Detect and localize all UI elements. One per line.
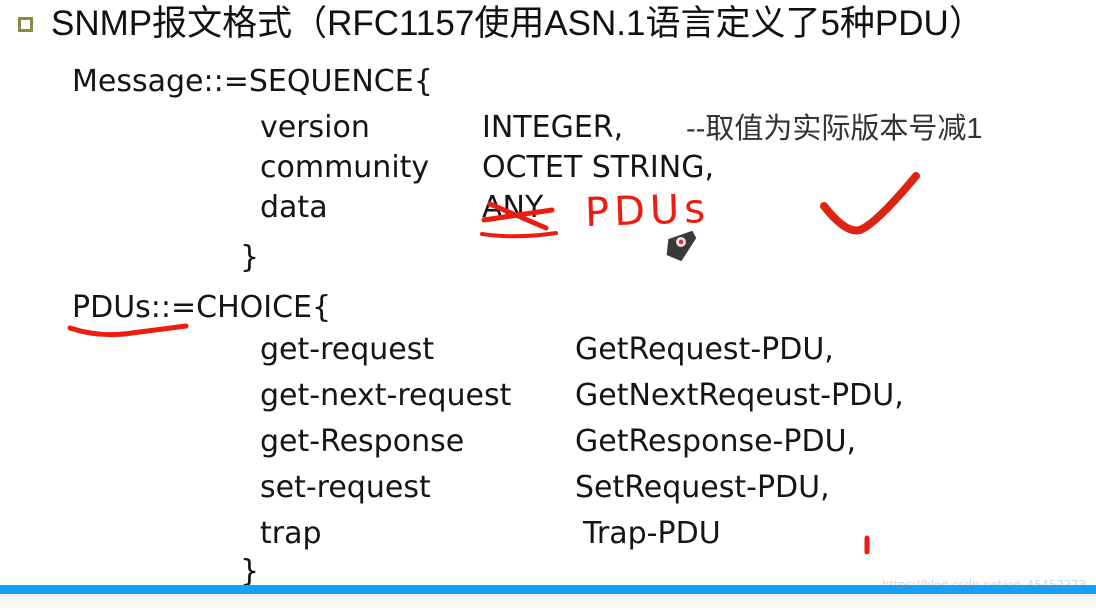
pdu-name-get-response: get-Response — [260, 424, 465, 459]
pdu-name-get-next-request: get-next-request — [260, 378, 512, 413]
field-type-data: ANY — [482, 190, 544, 225]
pdu-name-get-request: get-request — [260, 332, 435, 367]
field-name-version: version — [260, 110, 370, 145]
pen-cursor[interactable] — [662, 226, 700, 266]
pdu-name-trap: trap — [260, 516, 322, 551]
page-bottom-fade — [0, 594, 1096, 610]
pdu-type-get-response: GetResponse-PDU, — [575, 424, 857, 459]
field-name-community: community — [260, 150, 430, 185]
message-block-closing-brace: } — [240, 240, 260, 275]
field-type-community: OCTET STRING, — [482, 150, 714, 185]
pdu-type-get-request: GetRequest-PDU, — [575, 332, 834, 367]
pdu-name-set-request: set-request — [260, 470, 431, 505]
watermark-url: https://blog.csdn.net/qq_45452273 — [881, 578, 1086, 592]
page-title: SNMP报文格式（RFC1157使用ASN.1语言定义了5种PDU） — [18, 2, 984, 46]
page-title-text: SNMP报文格式（RFC1157使用ASN.1语言定义了5种PDU） — [51, 4, 984, 43]
field-type-version: INTEGER, — [482, 110, 624, 145]
message-block-header: Message::=SEQUENCE{ — [72, 64, 433, 99]
ink-checkmark-icon — [820, 172, 920, 235]
slide-canvas: SNMP报文格式（RFC1157使用ASN.1语言定义了5种PDU） Messa… — [0, 0, 1096, 610]
pdu-type-get-next-request: GetNextReqeust-PDU, — [575, 378, 904, 413]
ink-red-dot — [864, 535, 870, 555]
bullet-square-icon — [18, 16, 33, 32]
pdu-type-trap: Trap-PDU — [583, 516, 721, 551]
pdus-block-closing-brace: } — [240, 554, 260, 589]
pdu-type-set-request: SetRequest-PDU, — [575, 470, 830, 505]
pdus-block-header: PDUs::=CHOICE{ — [72, 290, 332, 325]
field-name-data: data — [260, 190, 328, 225]
field-comment-version: --取值为实际版本号减1 — [686, 113, 983, 145]
